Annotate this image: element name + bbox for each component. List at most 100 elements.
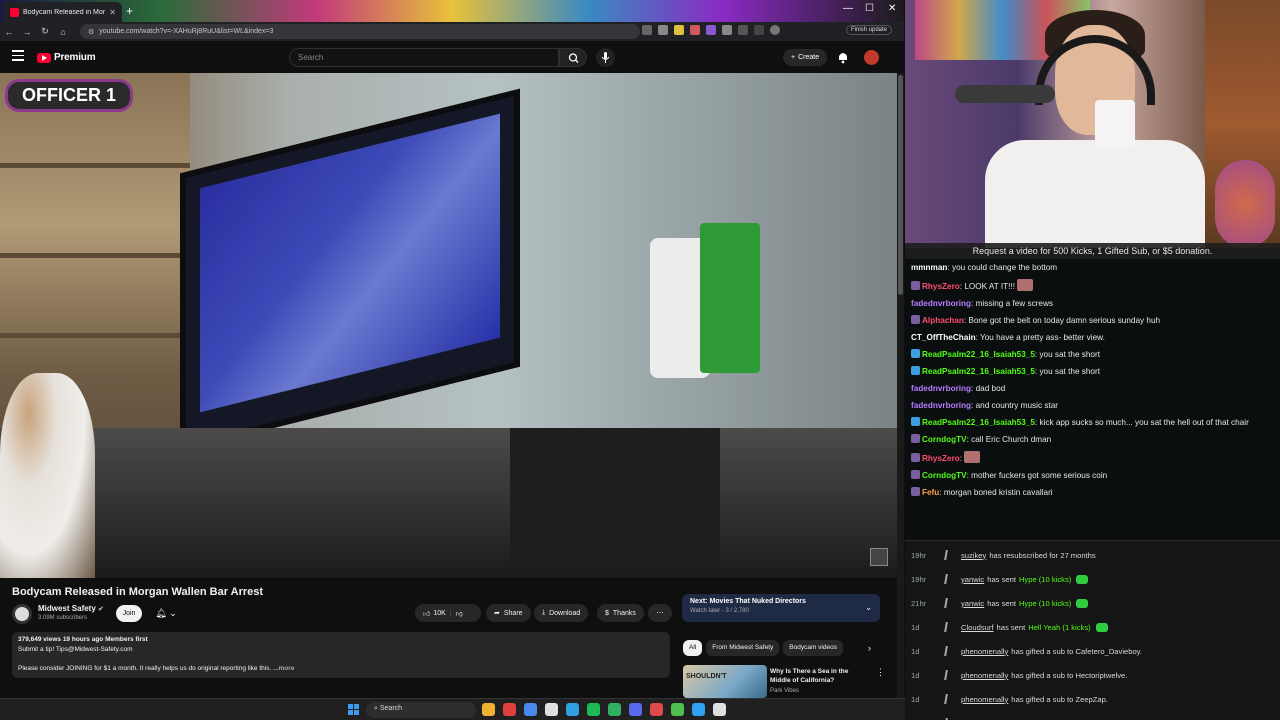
chat-username[interactable]: RhysZero — [922, 282, 960, 291]
taskbar-app-icon[interactable] — [650, 703, 663, 716]
url-bar[interactable]: ⚙ youtube.com/watch?v=-XAHuRj8RuU&list=W… — [80, 24, 640, 39]
chat-username[interactable]: mmnman — [911, 263, 947, 272]
home-icon[interactable]: ⌂ — [54, 27, 72, 37]
share-button[interactable]: ➦ Share — [486, 604, 531, 622]
chat-username[interactable]: ReadPsalm22_16_Isaiah53_5 — [922, 367, 1035, 376]
event-feed: 19hr suzikey has resubscribed for 27 month… — [905, 540, 1280, 720]
search-button[interactable] — [559, 48, 587, 67]
close-tab-icon[interactable]: ✕ — [109, 8, 116, 17]
recommended-channel[interactable]: Park Vibes — [770, 688, 799, 694]
like-button[interactable]: 👍︎ 10K — [423, 609, 446, 618]
event-username[interactable]: phenomenally — [961, 647, 1008, 656]
channel-avatar[interactable] — [12, 604, 32, 624]
video-player[interactable]: OFFICER 1 — [0, 73, 897, 578]
event-row: 1d phenomenally has gifted a sub to ZeepZa… — [905, 689, 1280, 709]
taskbar-app-icon[interactable] — [524, 703, 537, 716]
chat-username[interactable]: ReadPsalm22_16_Isaiah53_5 — [922, 350, 1035, 359]
chat-username[interactable]: ReadPsalm22_16_Isaiah53_5 — [922, 418, 1035, 427]
taskbar-app-icon[interactable] — [482, 703, 495, 716]
windows-start-icon[interactable] — [348, 704, 359, 715]
back-icon[interactable]: ← — [0, 27, 18, 37]
close-window-icon[interactable]: ✕ — [888, 3, 896, 14]
chat-text: You have a pretty ass- better view. — [980, 333, 1105, 342]
chat-username[interactable]: RhysZero — [922, 454, 960, 463]
taskbar-app-icon[interactable] — [545, 703, 558, 716]
chat-text: kick app sucks so much... you sat the he… — [1039, 418, 1249, 427]
event-text: has sent — [987, 574, 1016, 584]
thanks-button[interactable]: $ Thanks — [597, 604, 644, 622]
chat-username[interactable]: Alphachan — [922, 316, 964, 325]
extension-icon[interactable] — [690, 25, 700, 35]
notifications-bell-icon[interactable] — [836, 50, 850, 64]
download-label: Download — [549, 609, 581, 617]
chat-username[interactable]: fadednvrboring — [911, 299, 971, 308]
chevron-right-icon[interactable]: › — [868, 643, 871, 653]
reload-icon[interactable]: ↻ — [36, 26, 54, 37]
finish-update-button[interactable]: Finish update — [846, 25, 893, 35]
extensions-puzzle-icon[interactable] — [722, 25, 732, 35]
subscription-bell-button[interactable]: 🔔︎ ⌄ — [150, 605, 182, 622]
search-input[interactable]: Search — [289, 48, 559, 67]
request-banner: Request a video for 500 Kicks, 1 Gifted … — [905, 243, 1280, 259]
event-username[interactable]: phenomenally — [961, 695, 1008, 704]
event-username[interactable]: yanwic — [961, 575, 984, 584]
browser-tab[interactable]: Bodycam Released in Morg ✕ — [4, 2, 122, 22]
chat-username[interactable]: fadednvrboring — [911, 401, 971, 410]
chevron-down-icon[interactable]: ⌄ — [865, 603, 872, 612]
forward-icon[interactable]: → — [18, 27, 36, 37]
create-button[interactable]: + Create — [783, 49, 828, 66]
channel-watermark-icon[interactable] — [870, 548, 888, 566]
playlist-next-panel[interactable]: Next: Movies That Nuked Directors Watch … — [682, 594, 880, 622]
chat-message: fadednvrboring: and country music star — [911, 401, 1058, 410]
thanks-icon: $ — [605, 609, 609, 617]
chat-username[interactable]: CorndogTV — [922, 435, 967, 444]
taskbar-app-icon[interactable] — [629, 703, 642, 716]
taskbar-app-icon[interactable] — [587, 703, 600, 716]
install-icon[interactable] — [642, 25, 652, 35]
event-username[interactable]: Cloudsurf — [961, 623, 994, 632]
extension-icon[interactable] — [706, 25, 716, 35]
chip-bodycam-videos[interactable]: Bodycam videos — [783, 640, 843, 656]
taskbar-app-icon[interactable] — [713, 703, 726, 716]
bookmark-star-icon[interactable] — [658, 25, 668, 35]
more-actions-button[interactable]: ⋯ — [648, 604, 672, 622]
taskbar-search[interactable]: ⌕ Search — [366, 702, 476, 718]
taskbar-app-icon[interactable] — [566, 703, 579, 716]
download-button[interactable]: ⤓ Download — [534, 604, 589, 622]
event-username[interactable]: phenomenally — [961, 671, 1008, 680]
taskbar-app-icon[interactable] — [503, 703, 516, 716]
page-scrollbar[interactable] — [897, 73, 904, 698]
account-avatar[interactable] — [864, 50, 879, 65]
event-username[interactable]: suzikey — [961, 551, 986, 560]
sidebar-icon[interactable] — [738, 25, 748, 35]
minimize-window-icon[interactable]: — — [843, 3, 853, 14]
youtube-logo[interactable]: Premium — [37, 52, 96, 63]
new-tab-button[interactable]: + — [126, 4, 133, 18]
join-button[interactable]: Join — [116, 605, 142, 622]
taskbar-app-icon[interactable] — [608, 703, 621, 716]
site-info-icon[interactable]: ⚙ — [88, 28, 94, 36]
channel-name[interactable]: Midwest Safety ✔ — [38, 604, 104, 613]
more-link[interactable]: ...more — [273, 665, 294, 672]
taskbar-app-icon[interactable] — [692, 703, 705, 716]
taskbar-app-icon[interactable] — [671, 703, 684, 716]
extension-icon[interactable] — [674, 25, 684, 35]
chat-username[interactable]: fadednvrboring — [911, 384, 971, 393]
chat-username[interactable]: Fefu — [922, 488, 939, 497]
dislike-button[interactable]: 👎︎ — [456, 609, 463, 618]
download-icon[interactable] — [754, 25, 764, 35]
recommended-thumbnail[interactable]: SHOULDN'T — [683, 665, 767, 698]
more-vertical-icon[interactable]: ⋮ — [876, 667, 885, 678]
maximize-window-icon[interactable]: ☐ — [865, 3, 874, 14]
recommended-title[interactable]: Why Is There a Sea in the Middle of Cali… — [770, 667, 870, 685]
description-box[interactable]: 379,649 views 19 hours ago Members first… — [12, 632, 670, 678]
voice-search-button[interactable] — [596, 48, 615, 67]
extension-icons — [642, 25, 780, 35]
chip-from-channel[interactable]: From Midwest Safety — [706, 640, 780, 656]
chat-username[interactable]: CorndogTV — [922, 471, 967, 480]
chat-username[interactable]: CT_OffTheChain — [911, 333, 976, 342]
menu-icon[interactable] — [12, 50, 24, 64]
chip-all[interactable]: All — [683, 640, 703, 656]
event-username[interactable]: yanwic — [961, 599, 984, 608]
profile-icon[interactable] — [770, 25, 780, 35]
